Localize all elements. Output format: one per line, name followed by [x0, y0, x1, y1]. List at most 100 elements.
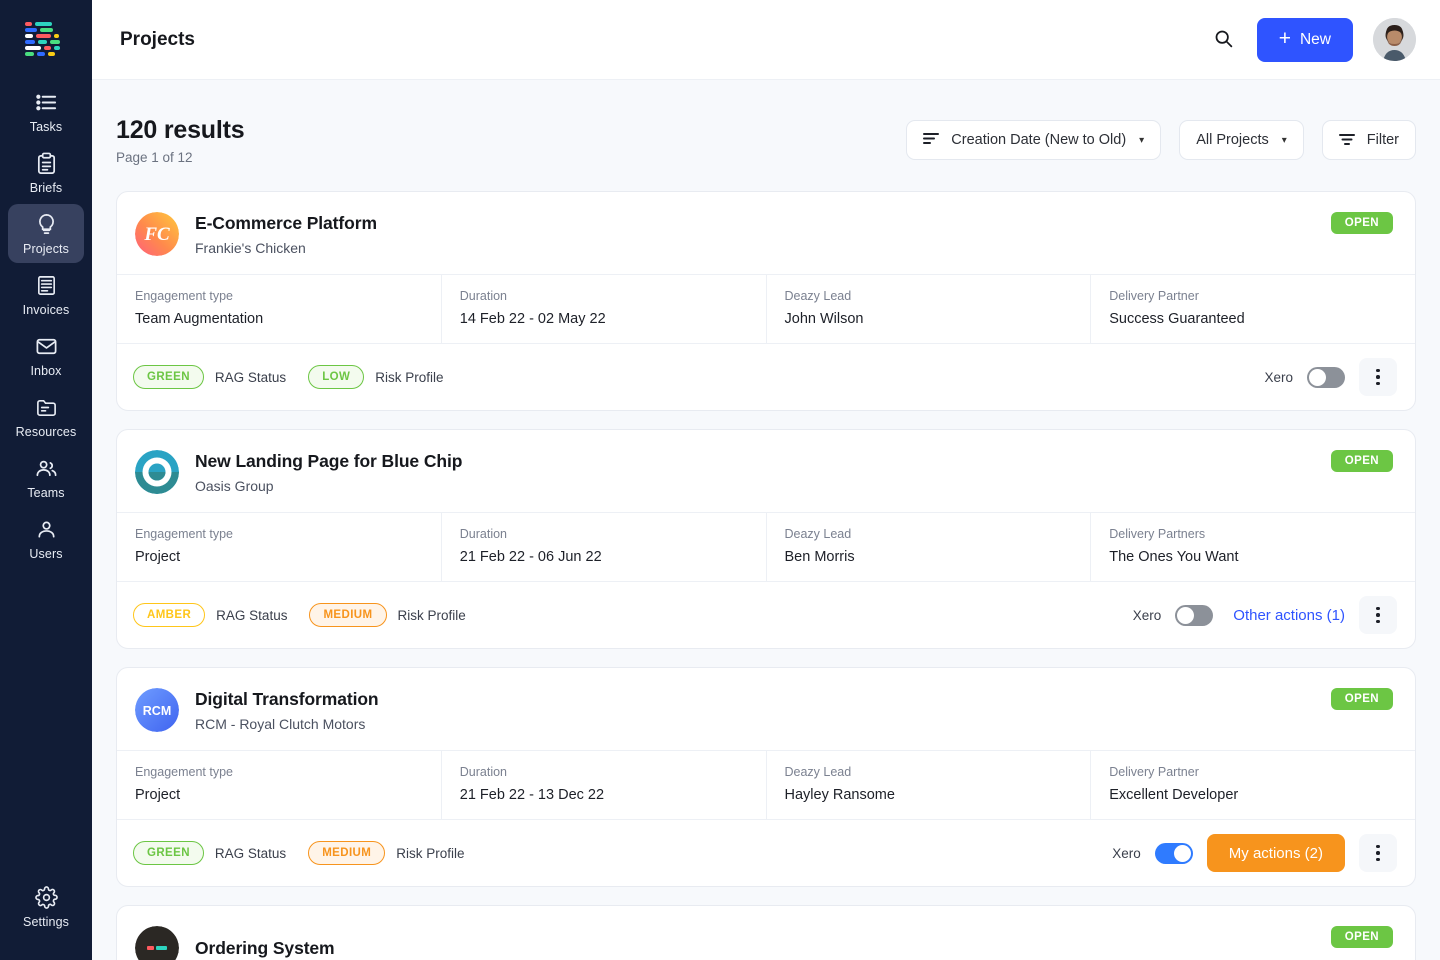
detail-label: Deazy Lead — [784, 289, 852, 303]
footer-actions: Xero My actions (2) — [1112, 834, 1397, 872]
detail-label: Engagement type — [135, 289, 233, 303]
sidebar-item-label: Users — [29, 547, 63, 561]
kebab-dot — [1376, 619, 1380, 624]
folder-icon — [35, 396, 58, 419]
project-card[interactable]: New Landing Page for Blue Chip Oasis Grou… — [116, 429, 1416, 649]
project-avatar: RCM — [135, 688, 179, 732]
card-details: Engagement type Project Duration 21 Feb 22 … — [117, 512, 1415, 582]
xero-toggle[interactable] — [1307, 366, 1345, 388]
logo-row — [25, 28, 67, 32]
logo-bar — [37, 52, 45, 56]
new-button[interactable]: + New — [1256, 17, 1353, 62]
detail-deazy-lead: Deazy Lead Hayley Ransome — [765, 751, 1091, 819]
filter-label: Filter — [1366, 132, 1399, 148]
detail-value: 21 Feb 22 - 06 Jun 22 — [459, 549, 602, 565]
kebab-dot — [1376, 857, 1380, 862]
xero-toggle[interactable] — [1175, 604, 1214, 626]
rag-status-badge: AMBER — [133, 603, 206, 627]
logo-bar — [25, 40, 35, 44]
results-count: 120 results — [116, 116, 245, 144]
filter-button[interactable]: Filter — [1321, 120, 1416, 160]
lightbulb-icon — [35, 213, 58, 236]
project-avatar — [135, 450, 179, 494]
sidebar-item-invoices[interactable]: Invoices — [8, 265, 84, 324]
logo-bar — [25, 46, 41, 50]
project-client: RCM - Royal Clutch Motors — [195, 715, 366, 732]
kebab-dot — [1376, 851, 1380, 855]
sidebar-item-resources[interactable]: Resources — [8, 387, 84, 446]
sidebar-item-label: Projects — [23, 242, 69, 256]
person-icon — [35, 518, 58, 541]
kebab-dot — [1376, 613, 1380, 617]
card-more-menu-button[interactable] — [1359, 596, 1397, 634]
project-filter-dropdown[interactable]: All Projects ▾ — [1179, 120, 1304, 160]
logo-bar — [50, 40, 60, 44]
filter-icon — [1338, 131, 1356, 150]
sidebar-item-settings[interactable]: Settings — [8, 877, 84, 936]
project-avatar — [135, 926, 179, 960]
detail-value: Project — [135, 787, 181, 803]
kebab-dot — [1376, 844, 1380, 849]
detail-value: Ben Morris — [784, 549, 855, 565]
card-header: Ordering System OPEN — [117, 906, 1415, 960]
detail-label: Engagement type — [135, 765, 233, 779]
detail-deazy-lead: Deazy Lead John Wilson — [765, 275, 1091, 343]
card-more-menu-button[interactable] — [1359, 834, 1397, 872]
logo-bar — [25, 34, 33, 38]
status-badge: OPEN — [1330, 450, 1393, 472]
rag-status-badge: GREEN — [133, 365, 204, 389]
sidebar-item-projects[interactable]: Projects — [8, 204, 84, 263]
search-button[interactable] — [1211, 27, 1237, 53]
sidebar-item-teams[interactable]: Teams — [8, 448, 84, 507]
detail-value: Team Augmentation — [135, 311, 264, 327]
sidebar-item-users[interactable]: Users — [8, 509, 84, 568]
sort-dropdown[interactable]: Creation Date (New to Old) ▾ — [906, 120, 1162, 160]
sidebar-item-briefs[interactable]: Briefs — [8, 143, 84, 202]
people-icon — [35, 457, 58, 480]
gear-icon — [34, 886, 58, 909]
logo-bar — [54, 34, 59, 38]
my-actions-button[interactable]: My actions (2) — [1206, 834, 1345, 872]
plus-icon: + — [1278, 27, 1291, 50]
card-more-menu-button[interactable] — [1359, 358, 1397, 396]
kebab-dot — [1376, 606, 1380, 611]
chevron-down-icon: ▾ — [1281, 134, 1287, 146]
content-area: 120 results Page 1 of 12 Creation Date (… — [92, 80, 1440, 960]
detail-label: Delivery Partner — [1109, 289, 1199, 303]
detail-value: Excellent Developer — [1109, 787, 1239, 803]
project-client: Frankie's Chicken — [195, 239, 306, 256]
detail-label: Duration — [459, 527, 507, 541]
deazy-logo — [25, 22, 67, 56]
risk-profile-label: Risk Profile — [397, 607, 466, 623]
rag-status-label: RAG Status — [214, 369, 287, 385]
kebab-dot — [1376, 368, 1380, 373]
project-filter-label: All Projects — [1196, 132, 1269, 148]
xero-toggle[interactable] — [1154, 842, 1193, 864]
kebab-dot — [1376, 381, 1380, 386]
rag-status-label: RAG Status — [216, 607, 288, 623]
detail-delivery-partner: Delivery Partner Success Guaranteed — [1090, 275, 1415, 343]
sidebar-item-tasks[interactable]: Tasks — [8, 82, 84, 141]
results-bar: 120 results Page 1 of 12 Creation Date (… — [116, 116, 1416, 165]
detail-value: Hayley Ransome — [784, 787, 895, 803]
card-title-block: E-Commerce Platform Frankie's Chicken — [195, 213, 377, 256]
logo-bar — [35, 22, 52, 26]
other-actions-link[interactable]: Other actions (1) — [1233, 607, 1345, 624]
project-card[interactable]: Ordering System OPEN — [116, 905, 1416, 960]
sidebar-item-inbox[interactable]: Inbox — [8, 326, 84, 385]
logo-bar — [38, 40, 47, 44]
logo-row — [25, 22, 67, 26]
logo-bar — [54, 46, 60, 50]
detail-delivery-partner: Delivery Partners The Ones You Want — [1090, 513, 1415, 581]
toggle-knob — [1309, 368, 1326, 386]
logo-bar — [25, 22, 32, 26]
project-card[interactable]: RCM Digital Transformation RCM - Royal Clu… — [116, 667, 1416, 887]
card-header: RCM Digital Transformation RCM - Royal Clu… — [117, 668, 1415, 750]
project-avatar: FC — [135, 212, 179, 256]
detail-duration: Duration 14 Feb 22 - 02 May 22 — [440, 275, 766, 343]
project-card[interactable]: FC E-Commerce Platform Frankie's Chicken OP… — [116, 191, 1416, 411]
logo-row — [25, 46, 67, 50]
user-avatar[interactable] — [1373, 18, 1416, 61]
status-badge: OPEN — [1330, 212, 1393, 234]
detail-label: Delivery Partners — [1109, 527, 1206, 541]
